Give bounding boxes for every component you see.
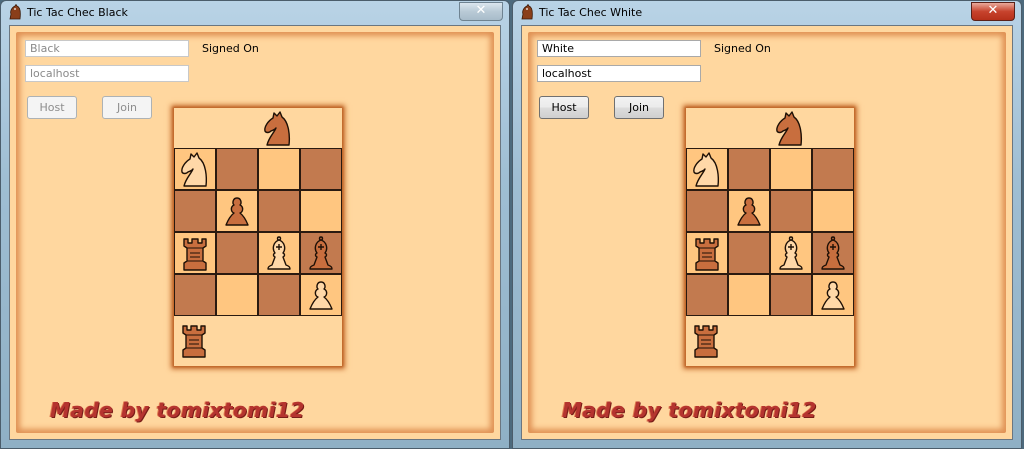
client-area: Black Signed On localhost Host Join Made… bbox=[9, 25, 501, 440]
board-square[interactable] bbox=[728, 274, 770, 316]
game-board bbox=[686, 148, 854, 316]
board-square[interactable] bbox=[174, 232, 216, 274]
reserve-piece[interactable] bbox=[770, 108, 812, 148]
board-square[interactable] bbox=[258, 232, 300, 274]
board-square[interactable] bbox=[174, 274, 216, 316]
close-icon: ✕ bbox=[475, 3, 487, 18]
board-square[interactable] bbox=[728, 190, 770, 232]
board-square[interactable] bbox=[812, 148, 854, 190]
board-square[interactable] bbox=[300, 148, 342, 190]
dark-knight-icon[interactable] bbox=[770, 108, 810, 148]
status-text: Signed On bbox=[202, 42, 259, 55]
join-button[interactable]: Join bbox=[614, 96, 664, 119]
close-button[interactable]: ✕ bbox=[459, 2, 503, 21]
light-knight-icon[interactable] bbox=[687, 149, 727, 189]
window-black: Tic Tac Chec Black ✕ Black Signed On loc… bbox=[0, 0, 510, 449]
credit-text: Made by tomixtomi12 bbox=[50, 398, 305, 422]
board-square[interactable] bbox=[812, 274, 854, 316]
board-square[interactable] bbox=[300, 274, 342, 316]
join-button[interactable]: Join bbox=[102, 96, 152, 119]
board-square[interactable] bbox=[216, 190, 258, 232]
light-bishop-icon[interactable] bbox=[259, 233, 299, 273]
host-button[interactable]: Host bbox=[539, 96, 589, 119]
board-square[interactable] bbox=[216, 232, 258, 274]
server-address-field[interactable]: localhost bbox=[537, 65, 701, 82]
reserve-piece[interactable] bbox=[258, 108, 300, 148]
dark-pawn-icon[interactable] bbox=[729, 191, 769, 231]
knight-app-icon bbox=[9, 4, 21, 20]
board-square[interactable] bbox=[258, 148, 300, 190]
board-square[interactable] bbox=[728, 148, 770, 190]
board-square[interactable] bbox=[770, 190, 812, 232]
close-button[interactable]: ✕ bbox=[971, 2, 1015, 21]
dark-bishop-icon[interactable] bbox=[813, 233, 853, 273]
board-square[interactable] bbox=[686, 274, 728, 316]
dark-pawn-icon[interactable] bbox=[217, 191, 257, 231]
title-bar[interactable]: Tic Tac Chec White ✕ bbox=[513, 1, 1021, 25]
close-icon: ✕ bbox=[987, 3, 999, 18]
board-square[interactable] bbox=[216, 148, 258, 190]
board-square[interactable] bbox=[686, 232, 728, 274]
board-square[interactable] bbox=[300, 232, 342, 274]
board-square[interactable] bbox=[686, 148, 728, 190]
board-square[interactable] bbox=[812, 232, 854, 274]
status-text: Signed On bbox=[714, 42, 771, 55]
board-square[interactable] bbox=[770, 232, 812, 274]
board-square[interactable] bbox=[258, 274, 300, 316]
client-area: White Signed On localhost Host Join Made… bbox=[521, 25, 1013, 440]
dark-knight-icon[interactable] bbox=[258, 108, 298, 148]
window-title: Tic Tac Chec Black bbox=[27, 6, 128, 19]
game-board-area bbox=[686, 108, 854, 366]
player-name-field[interactable]: White bbox=[537, 40, 701, 57]
light-pawn-icon[interactable] bbox=[813, 275, 853, 315]
reserve-piece[interactable] bbox=[686, 320, 728, 360]
board-square[interactable] bbox=[686, 190, 728, 232]
board-square[interactable] bbox=[174, 148, 216, 190]
host-button[interactable]: Host bbox=[27, 96, 77, 119]
board-square[interactable] bbox=[770, 274, 812, 316]
player-name-field[interactable]: Black bbox=[25, 40, 189, 57]
dark-rook-icon[interactable] bbox=[174, 320, 214, 360]
title-bar[interactable]: Tic Tac Chec Black ✕ bbox=[1, 1, 509, 25]
light-bishop-icon[interactable] bbox=[771, 233, 811, 273]
reserve-piece[interactable] bbox=[174, 320, 216, 360]
board-square[interactable] bbox=[770, 148, 812, 190]
dark-rook-icon[interactable] bbox=[686, 320, 726, 360]
dark-rook-icon[interactable] bbox=[687, 233, 727, 273]
server-address-field[interactable]: localhost bbox=[25, 65, 189, 82]
light-knight-icon[interactable] bbox=[175, 149, 215, 189]
light-pawn-icon[interactable] bbox=[301, 275, 341, 315]
knight-app-icon bbox=[521, 4, 533, 20]
board-square[interactable] bbox=[300, 190, 342, 232]
window-white: Tic Tac Chec White ✕ White Signed On loc… bbox=[512, 0, 1022, 449]
board-square[interactable] bbox=[728, 232, 770, 274]
window-title: Tic Tac Chec White bbox=[539, 6, 643, 19]
board-square[interactable] bbox=[812, 190, 854, 232]
board-square[interactable] bbox=[216, 274, 258, 316]
dark-bishop-icon[interactable] bbox=[301, 233, 341, 273]
game-board-area bbox=[174, 108, 342, 366]
board-square[interactable] bbox=[174, 190, 216, 232]
game-board bbox=[174, 148, 342, 316]
board-square[interactable] bbox=[258, 190, 300, 232]
credit-text: Made by tomixtomi12 bbox=[562, 398, 817, 422]
dark-rook-icon[interactable] bbox=[175, 233, 215, 273]
